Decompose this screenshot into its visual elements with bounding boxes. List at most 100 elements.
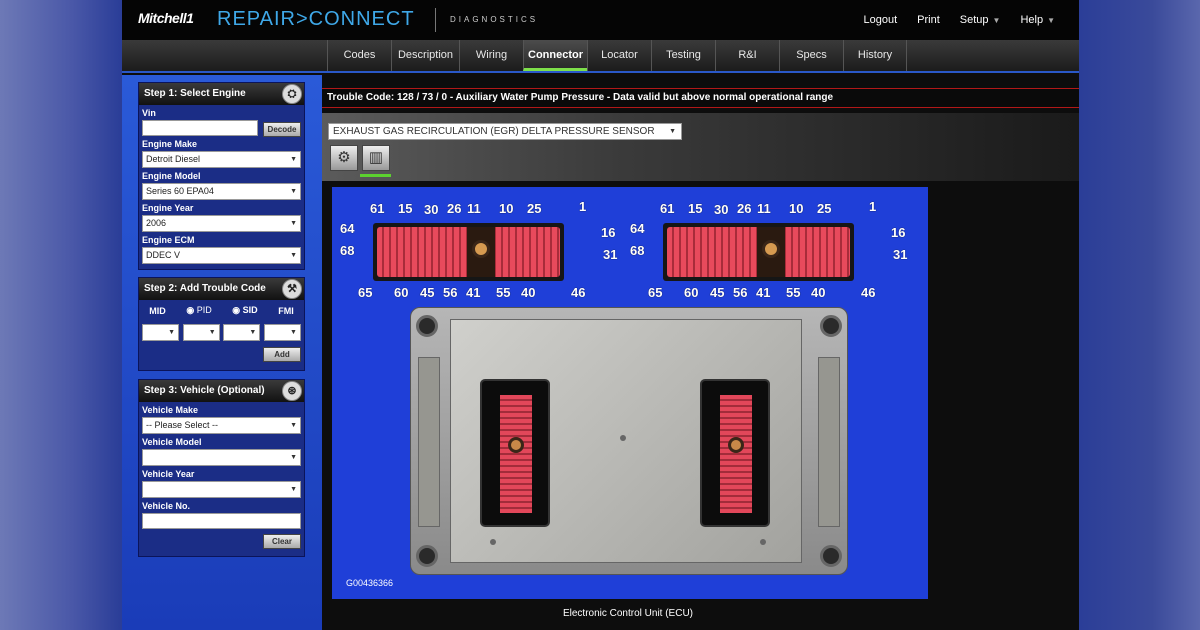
vehicle-year-select[interactable]: ▼ (142, 481, 301, 498)
trouble-code-bar: Trouble Code: 128 / 73 / 0 - Auxiliary W… (322, 88, 1079, 108)
decode-button[interactable]: Decode (263, 121, 301, 137)
pin-label: 11 (757, 201, 771, 216)
pin-label: 16 (601, 225, 616, 240)
wrench-icon: ⚒ (282, 279, 302, 299)
print-link[interactable]: Print (917, 14, 940, 26)
connector-left: 61 15 30 26 11 10 25 1 64 68 16 31 65 60… (336, 199, 617, 300)
pin-label: 46 (861, 285, 876, 300)
chevron-down-icon: ▼ (290, 252, 297, 259)
engine-model-select[interactable]: Series 60 EPA04 ▼ (142, 183, 301, 200)
vehicle-make-select[interactable]: -- Please Select -- ▼ (142, 417, 301, 434)
pin-label: 55 (786, 285, 801, 300)
vehicle-year-label: Vehicle Year (142, 469, 195, 479)
engine-make-select[interactable]: Detroit Diesel ▼ (142, 151, 301, 168)
top-links: Logout Print Setup ▼ Help ▼ (864, 14, 1056, 26)
step1-panel: Step 1: Select Engine ⛭ Vin Decode Engine… (138, 82, 305, 270)
setup-menu[interactable]: Setup ▼ (960, 14, 1001, 26)
tab-bar: Codes Description Wiring Connector Locat… (122, 40, 1079, 73)
engine-year-select[interactable]: 2006 ▼ (142, 215, 301, 232)
engine-icon: ⛭ (282, 84, 302, 104)
engine-year-label: Engine Year (142, 203, 194, 213)
main-content: Trouble Code: 128 / 73 / 0 - Auxiliary W… (322, 75, 1079, 630)
pin-label: 26 (737, 201, 752, 216)
pin-label: 64 (340, 221, 355, 236)
pin-label: 30 (714, 202, 729, 217)
pin-label: 1 (579, 199, 587, 214)
pin-label: 64 (630, 221, 645, 236)
vin-label: Vin (142, 108, 156, 118)
tab-description[interactable]: Description (391, 40, 459, 71)
engine-model-label: Engine Model (142, 171, 201, 181)
connector-icon[interactable]: ▥ (362, 145, 390, 171)
pin-label: 61 (370, 201, 385, 216)
pin-label: 31 (893, 247, 908, 262)
tab-connector[interactable]: Connector (523, 40, 587, 71)
pin-label: 10 (499, 201, 514, 216)
connector-body (373, 223, 564, 281)
chevron-down-icon: ▼ (249, 329, 257, 336)
logout-link[interactable]: Logout (864, 14, 898, 26)
tab-wiring[interactable]: Wiring (459, 40, 523, 71)
step3-panel: Step 3: Vehicle (Optional) ⊛ Vehicle Make… (138, 379, 305, 557)
gear-icon[interactable]: ⚙ (330, 145, 358, 171)
pin-label: 41 (756, 285, 771, 300)
vehicle-no-input[interactable] (142, 513, 301, 529)
tab-codes[interactable]: Codes (327, 40, 391, 71)
pin-label: 25 (817, 201, 832, 216)
chevron-down-icon: ▼ (290, 220, 297, 227)
pid-radio[interactable]: ◉ PID (186, 305, 211, 316)
help-menu[interactable]: Help ▼ (1020, 14, 1055, 26)
engine-ecm-label: Engine ECM (142, 235, 195, 245)
step2-panel: Step 2: Add Trouble Code ⚒ MID ◉ PID ◉ SI… (138, 277, 305, 371)
tab-locator[interactable]: Locator (587, 40, 651, 71)
vin-input[interactable] (142, 120, 258, 136)
tab-r-and-i[interactable]: R&I (715, 40, 779, 71)
add-code-button[interactable]: Add (263, 347, 301, 362)
vehicle-make-label: Vehicle Make (142, 405, 199, 415)
engine-ecm-select[interactable]: DDEC V ▼ (142, 247, 301, 264)
pin-label: 15 (688, 201, 703, 216)
pin-label: 1 (869, 199, 877, 214)
vehicle-model-select[interactable]: ▼ (142, 449, 301, 466)
pin-label: 16 (891, 225, 906, 240)
pin-label: 46 (571, 285, 586, 300)
ecu-socket-right (700, 379, 770, 527)
tab-history[interactable]: History (843, 40, 907, 71)
clear-button[interactable]: Clear (263, 534, 301, 549)
chevron-down-icon: ▼ (208, 329, 216, 336)
chevron-down-icon: ▼ (290, 486, 297, 493)
fmi-select[interactable]: ▼ (263, 324, 301, 341)
logo-divider (435, 8, 436, 32)
diagram-code: G00436366 (346, 578, 394, 588)
chevron-down-icon: ▼ (1047, 16, 1055, 25)
sid-radio[interactable]: ◉ SID (232, 305, 257, 316)
pin-label: 65 (648, 285, 663, 300)
mid-select[interactable]: ▼ (142, 324, 179, 341)
chevron-down-icon: ▼ (290, 329, 297, 336)
pin-label: 40 (811, 285, 826, 300)
chevron-down-icon: ▼ (669, 128, 676, 135)
pin-label: 68 (340, 243, 355, 258)
component-select[interactable]: EXHAUST GAS RECIRCULATION (EGR) DELTA PR… (328, 123, 682, 140)
product-title: REPAIR>CONNECT (217, 8, 415, 30)
tab-specs[interactable]: Specs (779, 40, 843, 71)
pin-label: 25 (527, 201, 542, 216)
component-toolbar: EXHAUST GAS RECIRCULATION (EGR) DELTA PR… (322, 113, 1079, 181)
app-window: Mitchell1 REPAIR>CONNECT DIAGNOSTICS Log… (122, 0, 1079, 630)
engine-make-label: Engine Make (142, 139, 198, 149)
chevron-down-icon: ▼ (290, 188, 297, 195)
sid-select[interactable]: ▼ (223, 324, 261, 341)
ecu-socket-left (480, 379, 550, 527)
pin-label: 60 (394, 285, 409, 300)
pin-label: 65 (358, 285, 373, 300)
pin-label: 55 (496, 285, 511, 300)
pin-label: 26 (447, 201, 462, 216)
pin-label: 11 (467, 201, 481, 216)
pin-label: 31 (603, 247, 618, 262)
pid-select[interactable]: ▼ (182, 324, 220, 341)
step1-header: Step 1: Select Engine ⛭ (139, 83, 304, 105)
pin-label: 10 (789, 201, 804, 216)
tab-testing[interactable]: Testing (651, 40, 715, 71)
chevron-down-icon: ▼ (290, 422, 297, 429)
steering-wheel-icon: ⊛ (282, 381, 302, 401)
